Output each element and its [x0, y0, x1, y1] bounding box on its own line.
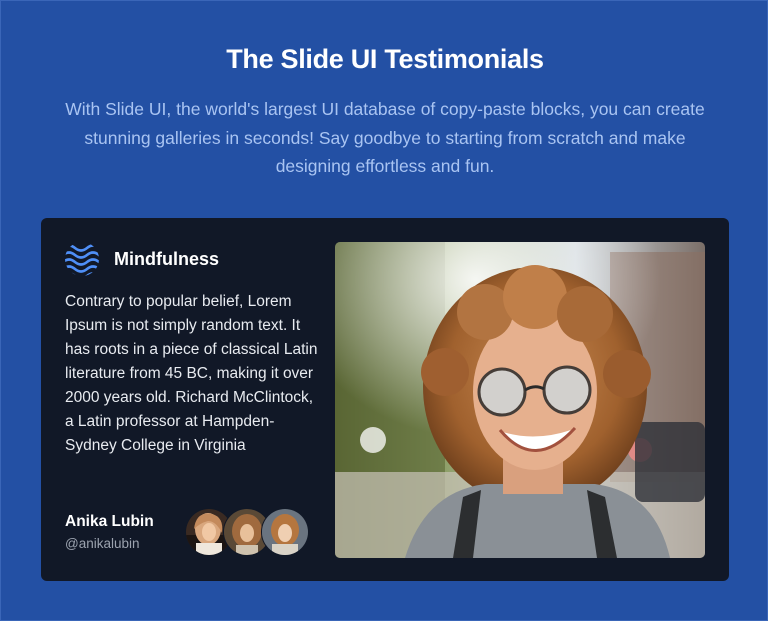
avatar-group: [185, 508, 315, 556]
wave-logo-icon: [65, 244, 99, 276]
page-subtitle: With Slide UI, the world's largest UI da…: [65, 99, 705, 176]
author-handle[interactable]: @anikalubin: [65, 534, 154, 554]
avatar[interactable]: [261, 508, 309, 556]
testimonial-quote: Contrary to popular belief, Lorem Ipsum …: [65, 293, 318, 454]
testimonial-card: Mindfulness Contrary to popular belief, …: [41, 218, 729, 581]
page-title: The Slide UI Testimonials: [226, 44, 544, 74]
author: Anika Lubin @anikalubin: [65, 512, 154, 554]
author-name: Anika Lubin: [65, 513, 154, 530]
brand-name: Mindfulness: [114, 248, 220, 269]
testimonials-section: The Slide UI Testimonials With Slide UI,…: [0, 0, 768, 621]
brand: Mindfulness: [65, 242, 219, 276]
smiling-woman-photo: [335, 242, 705, 558]
